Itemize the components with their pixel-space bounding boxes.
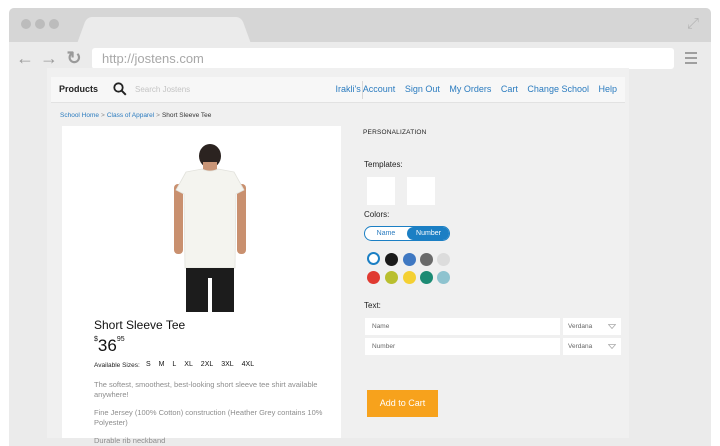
- account-link[interactable]: Irakli's Account: [336, 84, 396, 94]
- size-option[interactable]: 3XL: [221, 361, 233, 368]
- forward-arrow-icon[interactable]: →: [39, 48, 59, 68]
- account-links: Irakli's Account Sign Out My Orders Cart…: [329, 84, 617, 94]
- number-font-select[interactable]: Verdana: [563, 338, 621, 355]
- colors-label: Colors:: [364, 210, 390, 219]
- name-number-toggle[interactable]: Name Number: [364, 226, 450, 241]
- breadcrumb-current: Short Sleeve Tee: [161, 112, 212, 119]
- tab-bar: ⤢: [9, 8, 711, 43]
- cart-link[interactable]: Cart: [501, 84, 518, 94]
- fullscreen-icon[interactable]: ⤢: [685, 16, 701, 32]
- color-swatch-green[interactable]: [420, 271, 433, 284]
- sizes-label: Available Sizes:: [94, 362, 140, 369]
- templates-label: Templates:: [364, 160, 403, 169]
- search-icon[interactable]: [113, 82, 127, 96]
- size-option[interactable]: 2XL: [201, 361, 213, 368]
- product-title: Short Sleeve Tee: [94, 318, 186, 332]
- size-option[interactable]: XL: [184, 361, 193, 368]
- window-close-dot[interactable]: [21, 19, 31, 29]
- price-cents: 95: [116, 336, 125, 343]
- size-option[interactable]: L: [172, 361, 176, 368]
- color-swatch-red[interactable]: [367, 271, 380, 284]
- chevron-down-icon: [608, 344, 616, 349]
- size-option[interactable]: M: [159, 361, 165, 368]
- products-menu[interactable]: Products: [59, 84, 98, 94]
- site-header: Products Search Jostens Irakli's Account…: [51, 77, 625, 103]
- sign-out-link[interactable]: Sign Out: [405, 84, 440, 94]
- add-to-cart-button[interactable]: Add to Cart: [367, 390, 438, 417]
- toggle-number-option[interactable]: Number: [407, 227, 449, 240]
- description-line: Fine Jersey (100% Cotton) construction (…: [94, 408, 323, 427]
- personalization-heading: PERSONALIZATION: [363, 129, 427, 136]
- reload-icon[interactable]: ↻: [64, 48, 84, 68]
- search-input[interactable]: Search Jostens: [135, 85, 190, 94]
- text-label: Text:: [364, 301, 381, 310]
- color-swatch-light-blue[interactable]: [437, 271, 450, 284]
- window-minimize-dot[interactable]: [35, 19, 45, 29]
- description-line: The softest, smoothest, best-looking sho…: [94, 380, 318, 399]
- name-font-select[interactable]: Verdana: [563, 318, 621, 335]
- my-orders-link[interactable]: My Orders: [449, 84, 491, 94]
- url-text: http://jostens.com: [102, 51, 204, 66]
- font-select-value: Verdana: [568, 323, 593, 330]
- breadcrumb-school-home[interactable]: School Home: [60, 112, 99, 119]
- product-price: $3695: [94, 336, 125, 356]
- price-main: 36: [97, 336, 117, 355]
- browser-tab[interactable]: [89, 17, 239, 43]
- number-text-field[interactable]: Number: [365, 338, 560, 355]
- name-text-field[interactable]: Name: [365, 318, 560, 335]
- font-select-value: Verdana: [568, 343, 593, 350]
- help-link[interactable]: Help: [598, 84, 617, 94]
- color-swatch-black[interactable]: [385, 253, 398, 266]
- breadcrumb-class-apparel[interactable]: Class of Apparel: [107, 112, 154, 119]
- template-option[interactable]: [407, 177, 435, 205]
- color-swatch-light-grey[interactable]: [437, 253, 450, 266]
- chevron-down-icon: [608, 324, 616, 329]
- product-panel: Short Sleeve Tee $3695 Available Sizes: …: [62, 126, 341, 445]
- change-school-link[interactable]: Change School: [527, 84, 589, 94]
- hamburger-menu-icon[interactable]: [685, 52, 697, 64]
- address-bar[interactable]: http://jostens.com: [92, 48, 674, 69]
- size-option[interactable]: 4XL: [242, 361, 254, 368]
- size-options: S M L XL 2XL 3XL 4XL: [146, 361, 260, 368]
- size-option[interactable]: S: [146, 361, 151, 368]
- description-line: Durable rib neckband: [94, 436, 166, 445]
- window-maximize-dot[interactable]: [49, 19, 59, 29]
- template-option[interactable]: [367, 177, 395, 205]
- personalization-panel: PERSONALIZATION Templates: Colors: Name …: [347, 126, 629, 438]
- color-swatch-grey[interactable]: [420, 253, 433, 266]
- color-swatch-yellow[interactable]: [403, 271, 416, 284]
- color-swatch-blue[interactable]: [403, 253, 416, 266]
- toggle-name-option[interactable]: Name: [365, 227, 407, 240]
- back-arrow-icon[interactable]: ←: [15, 48, 35, 68]
- page-content: Products Search Jostens Irakli's Account…: [47, 68, 629, 445]
- color-swatch-olive[interactable]: [385, 271, 398, 284]
- product-image: [174, 144, 246, 312]
- breadcrumb: School Home > Class of Apparel > Short Sleev…: [60, 112, 212, 119]
- color-swatch-white[interactable]: [367, 252, 380, 265]
